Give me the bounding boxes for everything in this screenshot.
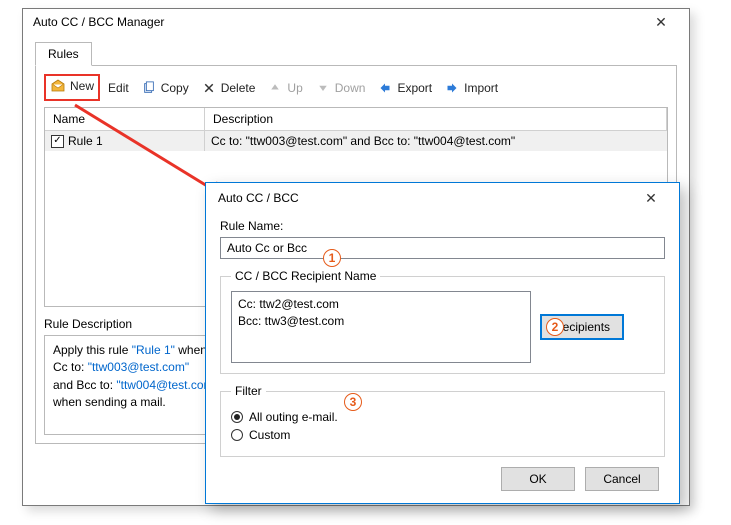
auto-cc-bcc-dialog: Auto CC / BCC ✕ Rule Name: CC / BCC Reci… xyxy=(205,182,680,504)
rule-name-input[interactable] xyxy=(220,237,665,259)
main-title: Auto CC / BCC Manager xyxy=(33,15,164,29)
delete-icon xyxy=(201,80,217,96)
callout-2: 2 xyxy=(546,318,564,336)
recipients-group: CC / BCC Recipient Name Cc: ttw2@test.co… xyxy=(220,269,665,374)
radio-icon xyxy=(231,411,243,423)
rule-link[interactable]: "Rule 1" xyxy=(132,343,175,357)
new-highlight: New xyxy=(44,74,100,101)
column-description[interactable]: Description xyxy=(205,108,667,130)
rule-name-label: Rule Name: xyxy=(220,219,665,233)
export-button[interactable]: Export xyxy=(377,80,432,96)
import-icon xyxy=(444,80,460,96)
tab-rules[interactable]: Rules xyxy=(35,42,92,66)
rule-enabled-checkbox[interactable]: ✓ xyxy=(51,135,64,148)
edit-button[interactable]: Edit xyxy=(108,81,129,95)
radio-icon xyxy=(231,429,243,441)
filter-group: Filter All outing e-mail. Custom xyxy=(220,384,665,457)
callout-3: 3 xyxy=(344,393,362,411)
main-titlebar: Auto CC / BCC Manager ✕ xyxy=(23,9,689,35)
table-row[interactable]: ✓ Rule 1 Cc to: "ttw003@test.com" and Bc… xyxy=(45,131,667,151)
dialog-title: Auto CC / BCC xyxy=(218,191,299,205)
down-button: Down xyxy=(315,80,366,96)
close-icon[interactable]: ✕ xyxy=(631,191,671,205)
recipients-legend: CC / BCC Recipient Name xyxy=(231,269,380,283)
column-name[interactable]: Name xyxy=(45,108,205,130)
cc-link[interactable]: "ttw003@test.com" xyxy=(88,360,189,374)
delete-button[interactable]: Delete xyxy=(201,80,256,96)
rule-desc: Cc to: "ttw003@test.com" and Bcc to: "tt… xyxy=(205,131,667,151)
callout-1: 1 xyxy=(323,249,341,267)
new-button[interactable]: New xyxy=(50,78,94,94)
filter-custom-radio[interactable]: Custom xyxy=(231,428,654,442)
export-icon xyxy=(377,80,393,96)
ok-button[interactable]: OK xyxy=(501,467,575,491)
copy-icon xyxy=(141,80,157,96)
filter-all-radio[interactable]: All outing e-mail. xyxy=(231,410,654,424)
copy-button[interactable]: Copy xyxy=(141,80,189,96)
filter-legend: Filter xyxy=(231,384,266,398)
close-icon[interactable]: ✕ xyxy=(641,15,681,29)
arrow-down-icon xyxy=(315,80,331,96)
recipients-list[interactable]: Cc: ttw2@test.com Bcc: ttw3@test.com xyxy=(231,291,531,363)
import-button[interactable]: Import xyxy=(444,80,498,96)
toolbar: New Edit Copy Delete Up D xyxy=(44,74,668,107)
bcc-link[interactable]: "ttw004@test.com" xyxy=(116,378,217,392)
arrow-up-icon xyxy=(267,80,283,96)
envelope-open-icon xyxy=(50,78,66,94)
rule-name: Rule 1 xyxy=(68,134,103,148)
up-button: Up xyxy=(267,80,302,96)
cancel-button[interactable]: Cancel xyxy=(585,467,659,491)
